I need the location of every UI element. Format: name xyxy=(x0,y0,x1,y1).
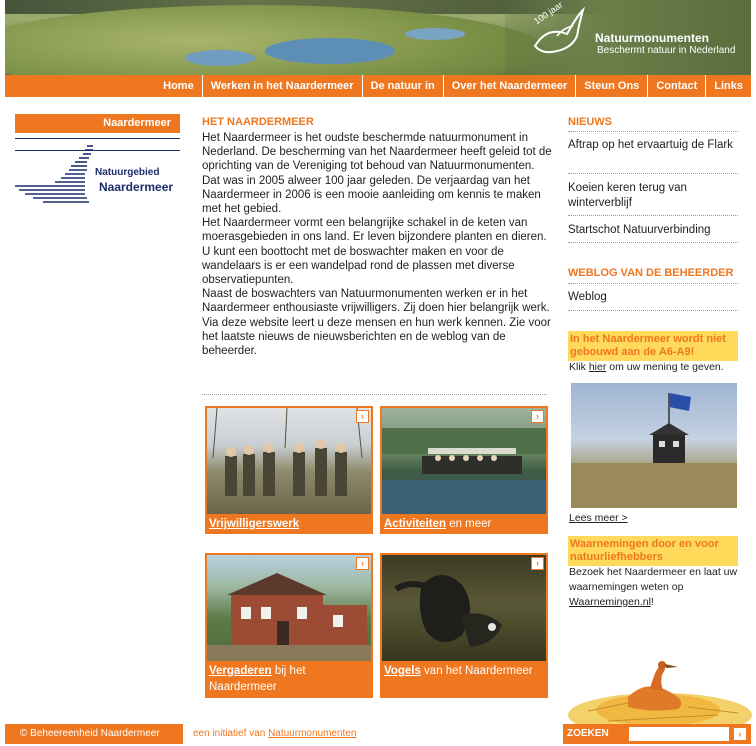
divider xyxy=(568,310,738,311)
tile-vogels[interactable]: › Vogels van het Naardermeer xyxy=(380,553,548,701)
intro-paragraph: Het Naardermeer is het oudste beschermde… xyxy=(202,132,552,216)
tile-link[interactable]: Vogels xyxy=(384,665,421,677)
tile-link[interactable]: Vrijwilligerswerk xyxy=(209,518,299,530)
tile-link[interactable]: Activiteiten xyxy=(384,518,446,530)
initiative-text: een initiatief van Natuurmonumenten xyxy=(183,724,563,744)
footer: © Beheereenheid Naardermeer een initiati… xyxy=(5,724,751,744)
header-banner: 100 jaar Natuurmonumenten Beschermt natu… xyxy=(5,0,751,75)
volunteers-photo[interactable] xyxy=(205,406,373,516)
chevron-right-icon[interactable]: › xyxy=(531,410,544,423)
observations-heading[interactable]: Waarnemingen door en voor natuurliefhebb… xyxy=(568,536,738,566)
waarnemingen-link[interactable]: Waarnemingen.nl xyxy=(569,596,651,608)
intro-paragraph: Naast de boswachters van Natuurmonumente… xyxy=(202,288,551,358)
intro-text: Het Naardermeer is het oudste beschermde… xyxy=(202,131,552,358)
tile-caption[interactable]: Vrijwilligerswerk xyxy=(205,516,373,534)
weblog-heading: WEBLOG VAN DE BEHEERDER xyxy=(568,267,734,279)
news-heading: NIEUWS xyxy=(568,116,612,128)
house-flag-illustration xyxy=(571,393,737,508)
campaign-text: Klik hier om uw mening te geven. xyxy=(569,360,739,375)
campaign-post: om uw mening te geven. xyxy=(606,361,724,373)
divider xyxy=(202,394,547,395)
birds-photo[interactable] xyxy=(380,553,548,663)
naardermeer-logo: Natuurgebied Naardermeer xyxy=(15,136,180,206)
left-section-title[interactable]: Naardermeer xyxy=(15,114,180,133)
chevron-right-icon[interactable]: › xyxy=(531,557,544,570)
tile-caption-rest: en meer xyxy=(446,518,492,530)
nav-over[interactable]: Over het Naardermeer xyxy=(442,75,576,97)
people-illustration xyxy=(212,408,363,496)
observations-text: Bezoek het Naardermeer en laat uw waarne… xyxy=(569,565,739,610)
divider xyxy=(568,242,738,243)
nav-natuur[interactable]: De natuur in xyxy=(361,75,443,97)
news-item[interactable]: Aftrap op het ervaartuig de Flark xyxy=(568,138,738,153)
tile-caption[interactable]: Vergaderen bij het Naardermeer xyxy=(205,663,373,698)
campaign-link[interactable]: hier xyxy=(589,361,607,373)
search-go-icon[interactable]: › xyxy=(733,727,747,741)
initiative-pre: een initiatief van xyxy=(193,728,269,739)
obs-text: Bezoek het Naardermeer en laat uw waarne… xyxy=(569,566,738,593)
news-item[interactable]: Koeien keren terug van winterverblijf xyxy=(568,181,738,211)
tile-vergaderen[interactable]: › Vergaderen bij het Naardermeer xyxy=(205,553,373,701)
lake xyxy=(265,38,395,64)
nav-steun[interactable]: Steun Ons xyxy=(575,75,647,97)
landscape-hill xyxy=(5,5,545,75)
tile-caption[interactable]: Vogels van het Naardermeer xyxy=(380,663,548,698)
lake xyxy=(185,50,255,66)
tile-caption-rest: van het Naardermeer xyxy=(420,665,533,677)
heron-silhouette-icon xyxy=(15,145,93,203)
lake xyxy=(405,28,465,40)
tile-caption[interactable]: Activiteiten en meer xyxy=(380,516,548,534)
search-input[interactable] xyxy=(629,727,729,741)
read-more-link[interactable]: Lees meer > xyxy=(569,511,739,526)
bird-nest-illustration xyxy=(568,661,752,725)
chevron-right-icon[interactable]: › xyxy=(356,410,369,423)
tile-link[interactable]: Vergaderen xyxy=(209,665,272,677)
logo-tagline: Beschermt natuur in Nederland xyxy=(597,45,736,56)
divider xyxy=(568,131,738,132)
nav-contact[interactable]: Contact xyxy=(647,75,705,97)
intro-paragraph: Het Naardermeer vormt een belangrijke sc… xyxy=(202,217,547,287)
campaign-pre: Klik xyxy=(569,361,589,373)
building-illustration xyxy=(207,573,371,661)
read-more[interactable]: Lees meer > xyxy=(569,512,628,524)
nav-home[interactable]: Home xyxy=(155,75,202,97)
nav-links[interactable]: Links xyxy=(705,75,751,97)
nav-werken[interactable]: Werken in het Naardermeer xyxy=(201,75,362,97)
building-photo[interactable] xyxy=(205,553,373,663)
divider xyxy=(568,173,738,174)
tile-activiteiten[interactable]: › Activiteiten en meer xyxy=(380,406,548,554)
copyright: © Beheereenheid Naardermeer xyxy=(5,724,183,744)
natuurmonumenten-link[interactable]: Natuurmonumenten xyxy=(268,728,356,739)
logo-name[interactable]: Natuurmonumenten xyxy=(595,31,709,45)
obs-end: ! xyxy=(650,596,654,608)
news-item[interactable]: Startschot Natuurverbinding xyxy=(568,223,738,238)
divider xyxy=(568,283,738,284)
cormorant-illustration xyxy=(394,575,502,647)
page-title: HET NAARDERMEER xyxy=(202,116,314,128)
house-flag-photo[interactable] xyxy=(571,383,737,508)
campaign-heading[interactable]: In het Naardermeer wordt niet gebouwd aa… xyxy=(568,331,738,361)
logo-text-naardermeer: Naardermeer xyxy=(99,180,174,194)
boat-illustration xyxy=(382,428,546,514)
logo-text-natuurgebied: Natuurgebied xyxy=(95,167,160,178)
search-label: ZOEKEN xyxy=(567,728,609,739)
top-navigation: Home Werken in het Naardermeer De natuur… xyxy=(5,75,751,97)
weblog-link[interactable]: Weblog xyxy=(568,290,738,305)
divider xyxy=(568,215,738,216)
tile-vrijwilligerswerk[interactable]: › Vrijwilligerswerk xyxy=(205,406,373,554)
boat-photo[interactable] xyxy=(380,406,548,516)
chevron-right-icon[interactable]: › xyxy=(356,557,369,570)
